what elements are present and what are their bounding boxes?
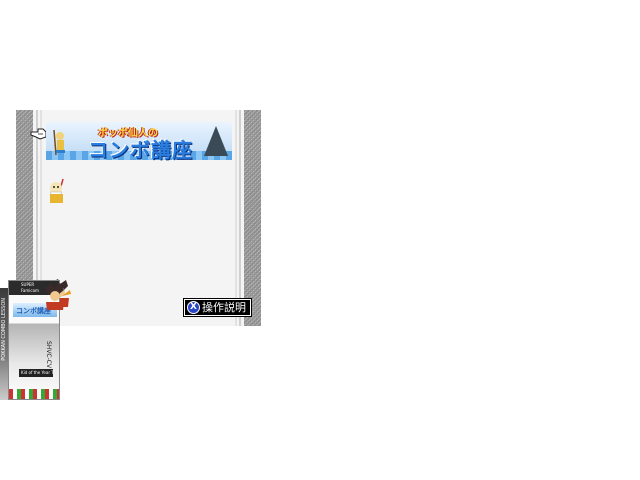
box-brand-sub: Famicom <box>21 288 39 293</box>
box-label: Kid of the Year Tour 1 <box>19 369 53 377</box>
right-stone-wall <box>244 110 261 326</box>
x-button-icon: X <box>187 301 200 314</box>
box-footer-stripe <box>9 389 59 399</box>
sage-with-staff-icon <box>53 129 65 156</box>
box-side-text: SHVC-CV <box>45 341 52 369</box>
controls-help-button[interactable]: X 操作説明 <box>183 298 252 317</box>
sage-character-icon[interactable] <box>46 178 68 204</box>
title-main: コンボ講座 <box>88 138 193 162</box>
panel-border <box>235 110 237 326</box>
box-warrior-icon <box>45 283 64 310</box>
help-button-label: 操作説明 <box>202 301 246 314</box>
game-title-banner: ボッボ仙人の コンボ講座 <box>46 122 232 162</box>
box-spine-text: POKKAN COMBO LESSON <box>1 298 7 361</box>
box-spine: POKKAN COMBO LESSON <box>0 288 8 400</box>
mountain-icon <box>204 126 228 156</box>
box-brand: SUPER <box>21 282 35 287</box>
panel-border <box>239 110 241 326</box>
